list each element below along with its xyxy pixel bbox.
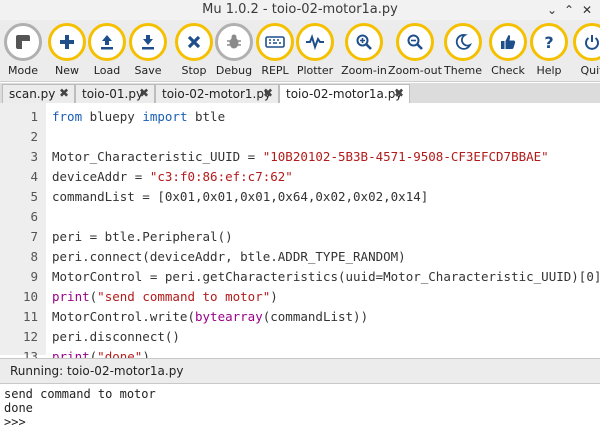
toolbar: Mode New Load Save Stop Debug REPL Plott… xyxy=(0,20,600,82)
code-token: MotorControl.write( xyxy=(52,309,195,324)
code-token: peri.disconnect() xyxy=(52,329,180,344)
code-line[interactable]: 2 xyxy=(0,127,600,147)
console-line: done xyxy=(4,401,33,415)
zoom-in-icon xyxy=(345,23,383,61)
line-number: 6 xyxy=(30,209,38,224)
line-number: 9 xyxy=(30,269,38,284)
code-token: ) xyxy=(270,289,278,304)
tab-label: scan.py xyxy=(9,87,56,101)
tab-label: toio-01.py xyxy=(82,87,144,101)
tab-toio-01[interactable]: toio-01.py ✖ xyxy=(75,84,155,103)
line-number: 10 xyxy=(22,289,38,304)
code-line[interactable]: 10 print("send command to motor") xyxy=(0,287,600,307)
code-text: deviceAddr = "c3:f0:86:ef:c7:62" xyxy=(52,167,293,187)
code-line[interactable]: 8 peri.connect(deviceAddr, btle.ADDR_TYPE… xyxy=(0,247,600,267)
code-line[interactable]: 6 xyxy=(0,207,600,227)
code-token: peri = btle.Peripheral() xyxy=(52,229,233,244)
code-token: "c3:f0:86:ef:c7:62" xyxy=(149,169,293,184)
code-token: from xyxy=(52,109,83,124)
code-token: import xyxy=(142,109,188,124)
code-line[interactable]: 5 commandList = [0x01,0x01,0x01,0x64,0x02… xyxy=(0,187,600,207)
moon-icon xyxy=(444,23,482,61)
code-editor[interactable]: 1 from bluepy import btle 2 3 Motor_Characte… xyxy=(0,103,600,364)
line-number: 5 xyxy=(30,189,38,204)
line-number: 3 xyxy=(30,149,38,164)
line-number: 11 xyxy=(22,309,38,324)
code-token: commandList = [0x01,0x01,0x01,0x64,0x02,… xyxy=(52,189,429,204)
tab-bar: scan.py ✖ toio-01.py ✖ toio-02-motor1.py… xyxy=(0,83,600,103)
code-text: Motor_Characteristic_UUID = "10B20102-5B… xyxy=(52,147,549,167)
code-token: bluepy xyxy=(82,109,143,124)
runner-status: Running: toio-02-motor1a.py xyxy=(10,364,184,378)
code-text: print("send command to motor") xyxy=(52,287,278,307)
line-number: 1 xyxy=(30,109,38,124)
code-line[interactable]: 1 from bluepy import btle xyxy=(0,107,600,127)
code-text: peri.connect(deviceAddr, btle.ADDR_TYPE_… xyxy=(52,247,406,267)
code-token: "10B20102-5B3B-4571-9508-CF3EFCD7BBAE" xyxy=(262,149,549,164)
code-token: bytearray xyxy=(195,309,263,324)
code-token: MotorControl = peri.getCharacteristics(u… xyxy=(52,269,600,284)
code-token: btle xyxy=(187,109,226,124)
close-tab-icon[interactable]: ✖ xyxy=(263,86,273,100)
tab-scan[interactable]: scan.py ✖ xyxy=(2,84,75,103)
close-window-icon[interactable]: ✕ xyxy=(580,3,594,17)
tab-toio-02-motor1[interactable]: toio-02-motor1.py ✖ xyxy=(155,84,279,103)
code-text: peri = btle.Peripheral() xyxy=(52,227,233,247)
maximize-icon[interactable]: ⌃ xyxy=(562,3,576,17)
tab-label: toio-02-motor1a.py xyxy=(286,87,403,101)
line-number: 12 xyxy=(22,329,38,344)
code-line[interactable]: 11 MotorControl.write(bytearray(commandLi… xyxy=(0,307,600,327)
quit-button[interactable]: Quit xyxy=(562,23,600,81)
close-tab-icon[interactable]: ✖ xyxy=(59,86,69,100)
window-title: Mu 1.0.2 - toio-02-motor1a.py xyxy=(202,2,398,17)
code-token: (commandList)) xyxy=(262,309,369,324)
code-line[interactable]: 7 peri = btle.Peripheral() xyxy=(0,227,600,247)
line-number: 2 xyxy=(30,129,38,144)
pulse-icon xyxy=(296,23,334,61)
repl-console[interactable]: send command to motor done >>> xyxy=(0,384,600,430)
code-line[interactable]: 4 deviceAddr = "c3:f0:86:ef:c7:62" xyxy=(0,167,600,187)
tab-toio-02-motor1a[interactable]: toio-02-motor1a.py ✖ xyxy=(279,84,410,103)
code-token: deviceAddr = xyxy=(52,169,150,184)
title-bar: Mu 1.0.2 - toio-02-motor1a.py ⌄ ⌃ ✕ xyxy=(0,0,600,20)
line-number: 7 xyxy=(30,229,38,244)
code-text: from bluepy import btle xyxy=(52,107,225,127)
line-number: 8 xyxy=(30,249,38,264)
code-token: peri.connect(deviceAddr, btle.ADDR_TYPE_… xyxy=(52,249,406,264)
download-icon xyxy=(129,23,167,61)
code-line[interactable]: 3 Motor_Characteristic_UUID = "10B20102-5… xyxy=(0,147,600,167)
svg-text:?: ? xyxy=(544,33,553,51)
code-line[interactable]: 9 MotorControl = peri.getCharacteristics(… xyxy=(0,267,600,287)
runner-status-bar: Running: toio-02-motor1a.py xyxy=(0,358,600,384)
power-icon xyxy=(573,23,600,61)
code-token: Motor_Characteristic_UUID = xyxy=(52,149,263,164)
code-text: MotorControl = peri.getCharacteristics(u… xyxy=(52,267,600,287)
close-tab-icon[interactable]: ✖ xyxy=(139,86,149,100)
code-line[interactable]: 12 peri.disconnect() xyxy=(0,327,600,347)
code-token: "send command to motor" xyxy=(97,289,271,304)
close-tab-icon[interactable]: ✖ xyxy=(394,86,404,100)
code-token: print xyxy=(52,289,90,304)
code-text: peri.disconnect() xyxy=(52,327,180,347)
code-text: commandList = [0x01,0x01,0x01,0x64,0x02,… xyxy=(52,187,428,207)
code-text: MotorControl.write(bytearray(commandList… xyxy=(52,307,368,327)
zoom-out-icon xyxy=(396,23,434,61)
console-line: send command to motor xyxy=(4,387,156,401)
tab-label: toio-02-motor1.py xyxy=(162,87,272,101)
console-prompt: >>> xyxy=(4,415,26,429)
minimize-icon[interactable]: ⌄ xyxy=(545,3,559,17)
line-number: 4 xyxy=(30,169,38,184)
